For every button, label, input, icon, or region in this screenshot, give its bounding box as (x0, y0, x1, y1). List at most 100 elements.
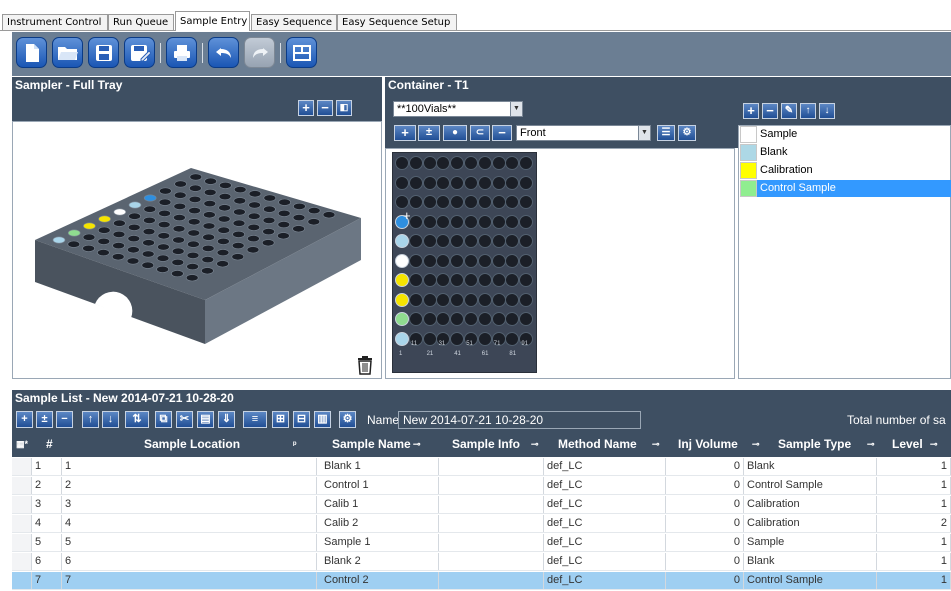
insert-vial-icon[interactable]: ± (418, 125, 440, 141)
vial-position[interactable] (477, 273, 492, 287)
edit-icon[interactable]: ✎ (781, 103, 797, 119)
vial-position[interactable] (477, 234, 492, 248)
cell-method-name[interactable]: def_LC (544, 572, 666, 589)
vial-position[interactable] (519, 292, 534, 307)
vial-position[interactable] (491, 273, 506, 287)
vial-position[interactable] (464, 253, 478, 268)
vial-position[interactable] (477, 331, 492, 346)
vial-position[interactable] (408, 234, 423, 248)
sample-type-item[interactable]: Calibration (740, 162, 951, 179)
cell-level[interactable]: 2 (877, 515, 951, 532)
vial-position[interactable] (505, 214, 520, 229)
row-selector[interactable] (12, 515, 32, 532)
vial-position[interactable] (505, 156, 520, 170)
cell-sample-type[interactable]: Blank (744, 553, 877, 570)
vial-position[interactable] (519, 273, 534, 287)
cell-sample-name[interactable]: Control 1 (321, 477, 439, 494)
cell-method-name[interactable]: def_LC (544, 496, 666, 513)
vial-position[interactable] (491, 312, 506, 326)
vial-position[interactable] (477, 156, 492, 170)
vial-position[interactable] (477, 292, 492, 307)
vial-position[interactable] (505, 175, 520, 190)
tab-easy-sequence[interactable]: Easy Sequence (251, 14, 337, 30)
undo-icon[interactable] (208, 37, 239, 68)
list-view-icon[interactable]: ☰ (657, 125, 675, 141)
vial-position[interactable] (491, 156, 506, 170)
cell-inj-volume[interactable]: 0 (666, 496, 744, 513)
cell-sample-info[interactable] (439, 553, 544, 570)
vial-grid[interactable]: +11 31 51 71 91 1 21 41 61 81 (392, 152, 537, 373)
cell-sample-type[interactable]: Calibration (744, 515, 877, 532)
cell-sample-type[interactable]: Control Sample (744, 477, 877, 494)
cell-sample-type[interactable]: Calibration (744, 496, 877, 513)
cell-sample-info[interactable] (439, 458, 544, 475)
vial-position[interactable] (395, 273, 409, 287)
tab-sample-entry[interactable]: Sample Entry (175, 11, 250, 31)
redo-icon[interactable] (244, 37, 275, 68)
vial-position[interactable] (422, 234, 437, 248)
fill-down-icon[interactable]: ⇓ (218, 411, 235, 428)
row-selector[interactable] (12, 496, 32, 513)
vial-position[interactable] (477, 253, 492, 268)
vial-position[interactable] (450, 175, 465, 190)
vial-position[interactable] (450, 292, 465, 307)
copy-icon[interactable]: ⧉ (155, 411, 172, 428)
cell-inj-volume[interactable]: 0 (666, 534, 744, 551)
cell-inj-volume[interactable]: 0 (666, 458, 744, 475)
vial-position[interactable] (505, 331, 520, 346)
vial-position[interactable] (422, 195, 437, 209)
save-icon[interactable] (88, 37, 119, 68)
vial-position[interactable] (505, 273, 520, 287)
vial-position[interactable] (450, 331, 465, 346)
sample-type-item[interactable]: Blank (740, 144, 951, 161)
col-sample-info[interactable]: Sample Info (452, 432, 520, 457)
pin-icon[interactable]: ᵖ (293, 432, 297, 457)
vial-position[interactable] (395, 156, 409, 170)
cell-sample-type[interactable]: Blank (744, 458, 877, 475)
vial-position[interactable] (519, 214, 534, 229)
tab-instrument-control[interactable]: Instrument Control (2, 14, 108, 30)
cell-number[interactable]: 3 (32, 496, 62, 513)
vial-position[interactable] (519, 253, 534, 268)
vial-position[interactable] (408, 214, 423, 229)
vial-color-icon[interactable]: ● (443, 125, 467, 141)
cell-sample-info[interactable] (439, 572, 544, 589)
minus-icon[interactable]: − (762, 103, 778, 119)
vial-position[interactable] (464, 292, 478, 307)
vial-position[interactable] (436, 195, 451, 209)
cell-sample-location[interactable]: 4 (62, 515, 317, 532)
col-inj-volume[interactable]: Inj Volume (678, 432, 738, 457)
open-folder-icon[interactable] (52, 37, 83, 68)
cell-level[interactable]: 1 (877, 477, 951, 494)
vial-position[interactable] (519, 234, 534, 248)
cell-number[interactable]: 6 (32, 553, 62, 570)
row-selector[interactable] (12, 534, 32, 551)
vial-position[interactable] (505, 195, 520, 209)
pin-icon[interactable]: ⊸ (413, 432, 421, 457)
sequence-name-input[interactable]: New 2014-07-21 10-28-20 (398, 411, 641, 429)
cell-method-name[interactable]: def_LC (544, 458, 666, 475)
col-level[interactable]: Level (892, 432, 923, 457)
cell-level[interactable]: 1 (877, 458, 951, 475)
vial-position[interactable] (519, 195, 534, 209)
vial-position[interactable] (450, 195, 465, 209)
cell-sample-location[interactable]: 2 (62, 477, 317, 494)
vial-position[interactable] (505, 312, 520, 326)
table-row[interactable]: 3 3 Calib 1 def_LC 0 Calibration 1 (12, 496, 951, 514)
cell-level[interactable]: 1 (877, 534, 951, 551)
row-selector[interactable] (12, 572, 32, 589)
cell-sample-name[interactable]: Calib 2 (321, 515, 439, 532)
vial-position[interactable] (436, 253, 451, 268)
row-selector[interactable] (12, 477, 32, 494)
vial-position[interactable] (491, 234, 506, 248)
cell-number[interactable]: 1 (32, 458, 62, 475)
vial-position[interactable] (491, 253, 506, 268)
add-vial-icon[interactable]: + (394, 125, 416, 141)
tab-easy-sequence-setup[interactable]: Easy Sequence Setup (337, 14, 457, 30)
cell-inj-volume[interactable]: 0 (666, 515, 744, 532)
vial-position[interactable] (464, 214, 478, 229)
cell-sample-info[interactable] (439, 515, 544, 532)
table-row[interactable]: 2 2 Control 1 def_LC 0 Control Sample 1 (12, 477, 951, 495)
pin-icon[interactable]: ⊸ (652, 432, 660, 457)
pin-icon[interactable]: ⊸ (752, 432, 760, 457)
